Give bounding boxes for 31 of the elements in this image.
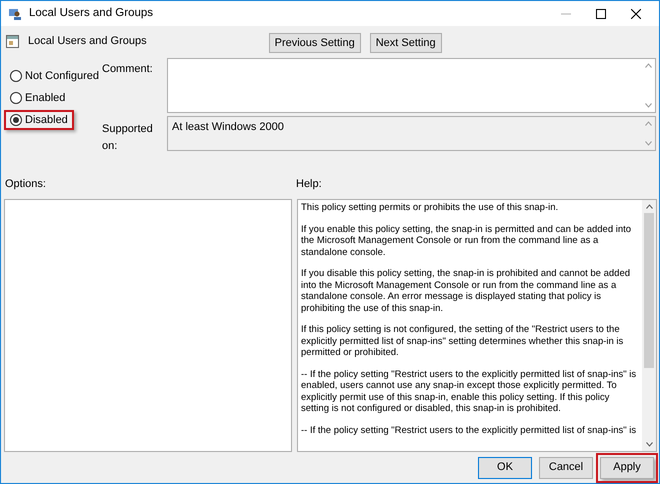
comment-label: Comment: <box>101 62 154 77</box>
help-label: Help: <box>296 176 322 192</box>
maximize-icon[interactable] <box>596 8 606 18</box>
help-paragraph: If this policy setting is not configured, the setting of the "Restrict users to the explicitly permitted list of snap-ins" setting determines whether this snap-in is permitted or prohibited. <box>301 324 624 358</box>
scroll-down-icon[interactable] <box>644 141 652 146</box>
dialog-button[interactable]: Cancel <box>539 456 593 478</box>
scroll-down-icon[interactable] <box>644 103 652 108</box>
setting-nav-button[interactable]: Next Setting <box>370 33 442 53</box>
help-paragraph: If you disable this policy setting, the snap-in is prohibited and cannot be added into the Microsoft Management Console or run from the command line as a standalone console. An error message is displayed stating that policy is prohibiting the use of this snap-in. <box>301 268 632 314</box>
options-label: Options: <box>4 176 47 192</box>
radio-option[interactable]: Disabled <box>4 110 74 130</box>
users-icon <box>8 6 22 20</box>
close-icon[interactable] <box>631 8 641 18</box>
policy-icon <box>6 35 19 48</box>
scroll-up-icon[interactable] <box>644 121 652 126</box>
policy-title: Local Users and Groups <box>28 34 147 49</box>
supported-on-label: Supported on: <box>101 122 154 152</box>
scroll-up-icon[interactable] <box>644 63 652 68</box>
setting-nav-button[interactable]: Previous Setting <box>268 33 361 53</box>
scrollbar-thumb[interactable] <box>644 213 654 368</box>
help-paragraph: If you enable this policy setting, the snap-in is permitted and can be added into the Microsoft Management Console or run from the command line as a standalone console. <box>301 224 632 258</box>
help-paragraph: -- If the policy setting "Restrict users to the explicitly permitted list of snap-ins" is <box>301 424 638 436</box>
window-title: Local Users and Groups <box>29 6 154 21</box>
help-paragraph: -- If the policy setting "Restrict users to the explicitly permitted list of snap-ins" is enabled, users cannot use any snap-in except those explicitly permitted. To explicitly permit use of this snap-in, enable this policy setting. If this policy setting is not configured or disabled, this snap-in is prohibited. <box>301 368 638 414</box>
scroll-up-icon[interactable] <box>646 204 652 209</box>
dialog-button[interactable]: OK <box>478 456 532 478</box>
comment-field[interactable] <box>167 58 656 113</box>
scroll-down-icon[interactable] <box>646 442 652 447</box>
radio-option[interactable]: Enabled <box>4 88 72 108</box>
supported-on-value: At least Windows 2000 <box>171 120 285 135</box>
help-paragraph: This policy setting permits or prohibits the use of this snap-in. <box>301 202 560 214</box>
